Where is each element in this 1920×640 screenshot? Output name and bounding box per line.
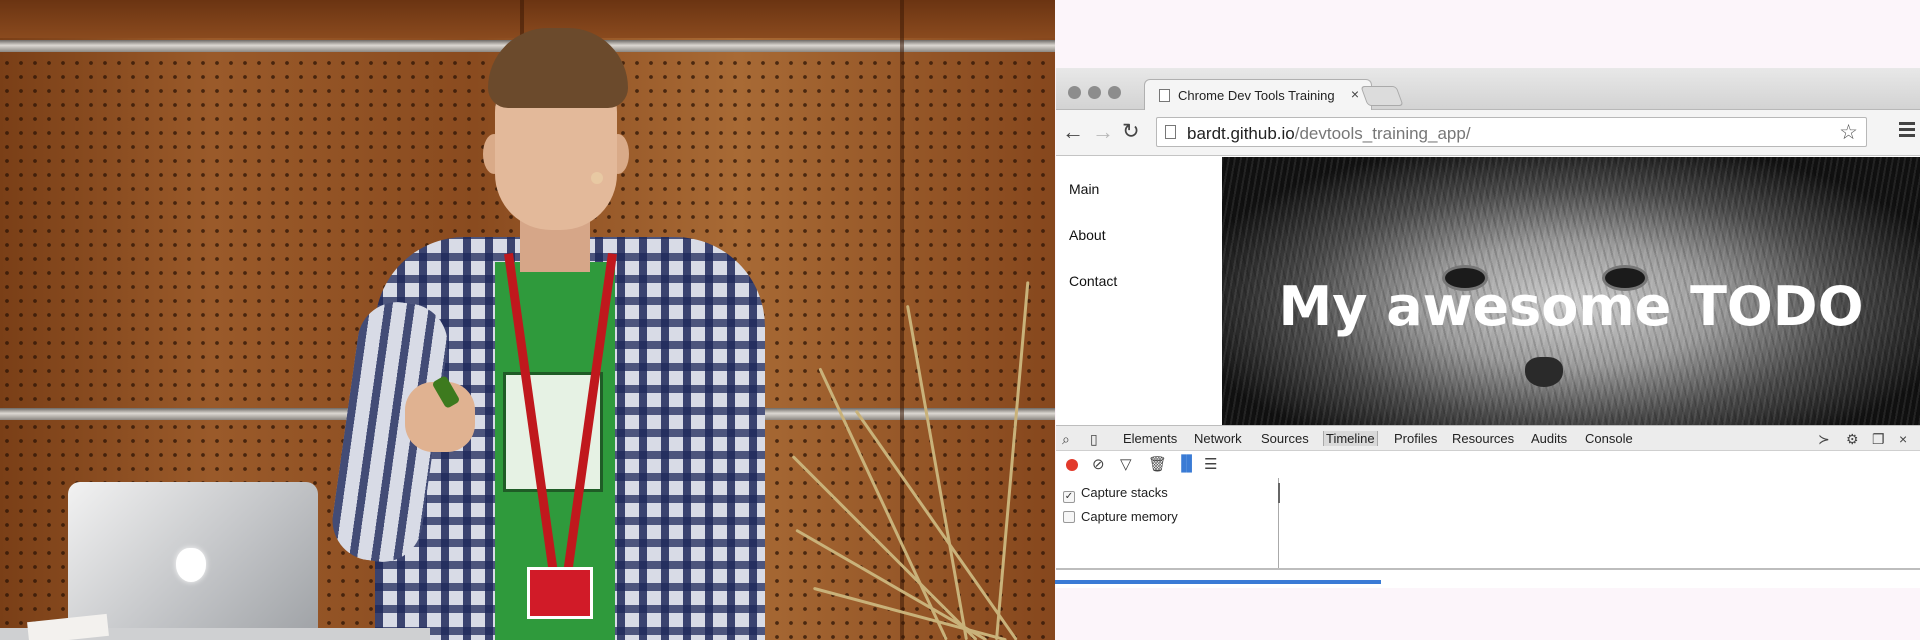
tab-network[interactable]: Network: [1194, 431, 1242, 446]
slide: Chrome Dev Tools Training × ← → ↻ bardt.…: [1055, 0, 1920, 640]
new-tab-button[interactable]: [1360, 86, 1404, 106]
tab-strip: Chrome Dev Tools Training ×: [1056, 68, 1920, 110]
drawer-icon[interactable]: ≻: [1818, 431, 1830, 448]
forward-icon[interactable]: →: [1092, 119, 1114, 145]
url-text: bardt.github.io/devtools_training_app/: [1187, 124, 1471, 144]
devtools-bottom-border: [1056, 568, 1920, 570]
reload-icon[interactable]: ↻: [1122, 119, 1140, 145]
tab-title: Chrome Dev Tools Training: [1178, 88, 1335, 103]
devtools-tabs: ⌕ ▯ Elements Network Sources Timeline Pr…: [1056, 425, 1920, 451]
flame-chart-icon[interactable]: ▐▌: [1176, 455, 1197, 472]
tab-sources[interactable]: Sources: [1261, 431, 1309, 446]
url-path: /devtools_training_app/: [1294, 124, 1471, 143]
browser-window: Chrome Dev Tools Training × ← → ↻ bardt.…: [1056, 68, 1920, 588]
hair: [488, 28, 628, 108]
dock-icon[interactable]: ❐: [1872, 431, 1885, 448]
nav-link-main[interactable]: Main: [1069, 181, 1099, 197]
tab-timeline[interactable]: Timeline: [1323, 431, 1378, 446]
tab-console[interactable]: Console: [1585, 431, 1633, 446]
url-host: bardt.github.io: [1187, 124, 1295, 143]
browser-toolbar: ← → ↻ bardt.github.io/devtools_training_…: [1056, 110, 1920, 156]
kitten-nose: [1525, 357, 1563, 387]
minimize-window-icon[interactable]: [1088, 86, 1101, 99]
option-capture-stacks[interactable]: ✓ Capture stacks: [1063, 485, 1168, 503]
option-label: Capture stacks: [1081, 485, 1168, 500]
speaker: [327, 22, 795, 640]
browser-tab[interactable]: Chrome Dev Tools Training ×: [1144, 79, 1372, 110]
devtools-panel: ⌕ ▯ Elements Network Sources Timeline Pr…: [1056, 425, 1920, 588]
option-label: Capture memory: [1081, 509, 1178, 524]
web-page: Main About Contact My awesome TODO: [1056, 157, 1920, 425]
trash-icon[interactable]: 🗑: [1148, 455, 1167, 473]
speaker-video: [0, 0, 1055, 640]
nav-link-about[interactable]: About: [1069, 227, 1106, 243]
page-icon: [1159, 89, 1170, 102]
headset-mic: [591, 172, 603, 184]
address-bar[interactable]: bardt.github.io/devtools_training_app/ ☆: [1156, 117, 1867, 147]
tab-elements[interactable]: Elements: [1123, 431, 1177, 446]
menu-icon[interactable]: [1899, 122, 1915, 140]
page-icon: [1165, 125, 1176, 139]
decorative-plant: [791, 260, 1055, 640]
nav-link-contact[interactable]: Contact: [1069, 273, 1117, 289]
device-icon[interactable]: ▯: [1090, 431, 1098, 448]
back-icon[interactable]: ←: [1062, 119, 1084, 145]
waterfall-icon[interactable]: ☰: [1204, 455, 1217, 473]
tab-close-icon[interactable]: ×: [1351, 86, 1359, 102]
tab-audits[interactable]: Audits: [1531, 431, 1567, 446]
option-capture-memory[interactable]: Capture memory: [1063, 509, 1178, 524]
zoom-window-icon[interactable]: [1108, 86, 1121, 99]
star-icon[interactable]: ☆: [1839, 120, 1858, 145]
conference-badge: [527, 567, 593, 619]
close-icon[interactable]: ×: [1899, 431, 1907, 447]
filter-icon[interactable]: ▽: [1120, 455, 1132, 473]
tab-profiles[interactable]: Profiles: [1394, 431, 1437, 446]
settings-icon[interactable]: ⚙: [1846, 431, 1859, 448]
apple-logo-icon: [176, 548, 206, 582]
timeline-toolbar: ⊘ ▽ 🗑 ▐▌ ☰: [1056, 452, 1920, 478]
splitter-handle[interactable]: [1278, 483, 1280, 503]
search-icon[interactable]: ⌕: [1062, 431, 1070, 448]
checkbox-icon[interactable]: [1063, 511, 1075, 523]
hero-banner: My awesome TODO: [1222, 157, 1920, 425]
tab-resources[interactable]: Resources: [1452, 431, 1514, 446]
record-icon[interactable]: [1066, 459, 1078, 471]
hero-title: My awesome TODO: [1278, 275, 1864, 338]
clear-icon[interactable]: ⊘: [1092, 455, 1105, 473]
video-progress-bar: [1055, 580, 1381, 584]
checkbox-checked-icon[interactable]: ✓: [1063, 491, 1075, 503]
close-window-icon[interactable]: [1068, 86, 1081, 99]
